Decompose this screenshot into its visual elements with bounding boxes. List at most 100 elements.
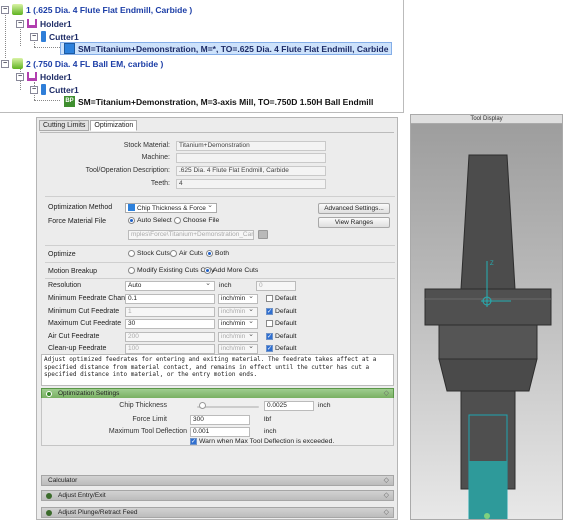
expand-arrow-icon[interactable]: ◇ — [384, 491, 389, 500]
feedrate-row-label: Minimum Feedrate Change — [48, 295, 133, 302]
tree-item-label: Cutter1 — [49, 31, 79, 42]
feedrate-input[interactable]: 0.1 — [125, 294, 215, 304]
operation-tree[interactable]: − 1 (.625 Dia. 4 Flute Flat Endmill, Car… — [0, 0, 404, 113]
expand-arrow-icon[interactable]: ◇ — [384, 476, 389, 485]
default-checkbox[interactable]: Default — [266, 307, 297, 315]
tree-item-holder1[interactable]: − Holder1 — [16, 17, 72, 30]
view-ranges-button[interactable]: View Ranges — [318, 217, 390, 228]
warn-deflection-label: Warn when Max Tool Deflection is exceede… — [199, 438, 335, 445]
checkbox-icon — [266, 307, 273, 315]
radio-icon — [128, 267, 135, 274]
settings-section-icon — [46, 510, 52, 516]
slider-handle[interactable] — [199, 402, 206, 409]
collapse-arrow-icon[interactable]: ◇ — [384, 389, 389, 398]
advanced-settings-button[interactable]: Advanced Settings... — [318, 203, 390, 214]
tree-item-sm2[interactable]: BP SM=Titanium+Demonstration, M=3-axis M… — [64, 95, 373, 108]
expand-arrow-icon[interactable]: ◇ — [384, 508, 389, 517]
holder-icon — [27, 19, 37, 28]
checkbox-icon — [266, 332, 273, 340]
default-checkbox[interactable]: Default — [266, 332, 297, 340]
tree-item-sm1[interactable]: SM=Titanium+Demonstration, M=*, TO=.625 … — [60, 42, 393, 55]
feedrate-row-label: Minimum Cut Feedrate — [48, 307, 120, 315]
collapse-icon[interactable]: − — [30, 32, 38, 41]
tab-cutting-limits[interactable]: Cutting Limits — [39, 120, 90, 131]
modify-existing-cuts-radio[interactable]: Modify Existing Cuts Only — [128, 267, 214, 274]
tree-item-holder2[interactable]: − Holder1 — [16, 70, 72, 83]
default-checkbox[interactable]: Default — [266, 320, 297, 327]
tree-item-label: Holder1 — [40, 18, 72, 29]
adjust-plunge-retract-header[interactable]: Adjust Plunge/Retract Feed ◇ — [41, 507, 394, 518]
choose-file-radio[interactable]: Choose File — [174, 217, 219, 224]
feedrate-input: 100 — [125, 344, 215, 354]
radio-icon — [204, 267, 211, 274]
default-checkbox-label: Default — [275, 345, 297, 352]
resolution-unit: inch — [219, 282, 232, 289]
default-checkbox[interactable]: Default — [266, 295, 297, 302]
feedrate-unit-select: inch/min — [218, 331, 258, 342]
tree-item-label: SM=Titanium+Demonstration, M=3-axis Mill… — [78, 96, 374, 107]
cutter-icon — [41, 84, 46, 95]
default-checkbox[interactable]: Default — [266, 345, 297, 352]
resolution-select[interactable]: Auto — [125, 281, 215, 291]
section-title: Adjust Entry/Exit — [58, 492, 106, 499]
adjust-entry-exit-header[interactable]: Adjust Entry/Exit ◇ — [41, 490, 394, 501]
collapse-icon[interactable]: − — [1, 59, 9, 68]
tree-item-label: SM=Titanium+Demonstration, M=*, TO=.625 … — [78, 43, 389, 54]
optimization-method-value: Chip Thickness & Force — [137, 205, 206, 212]
choose-file-label: Choose File — [183, 217, 220, 224]
folder-icon[interactable] — [258, 230, 268, 239]
feedrate-unit-select[interactable]: inch/min — [218, 294, 258, 304]
collapse-icon[interactable]: − — [16, 72, 24, 81]
settings-section-icon — [46, 493, 52, 499]
modify-existing-cuts-label: Modify Existing Cuts Only — [137, 267, 215, 274]
radio-icon — [174, 217, 181, 224]
force-limit-input[interactable]: 300 — [190, 415, 250, 425]
tree-item-op2[interactable]: − 2 (.750 Dia. 4 FL Ball EM, carbide ) — [1, 57, 163, 70]
settings-panel: Cutting Limits Optimization Stock Materi… — [36, 117, 398, 520]
tab-optimization[interactable]: Optimization — [90, 120, 138, 131]
feedrate-unit-select: inch/min — [218, 344, 258, 354]
section-title: Optimization Settings — [58, 390, 120, 397]
warn-deflection-checkbox[interactable]: Warn when Max Tool Deflection is exceede… — [190, 438, 334, 445]
max-tool-deflection-input[interactable]: 0.001 — [190, 427, 250, 437]
holder-body-shape — [438, 324, 538, 360]
settings-section-icon — [46, 391, 52, 397]
add-more-cuts-label: Add More Cuts — [213, 267, 259, 274]
tool-display-viewport[interactable]: Tool Display Z — [410, 114, 563, 520]
add-more-cuts-radio[interactable]: Add More Cuts — [204, 267, 258, 274]
tool-model: Z — [424, 154, 552, 519]
chip-thickness-input[interactable]: 0.0025 — [264, 401, 314, 411]
calculator-header[interactable]: Calculator ◇ — [41, 475, 394, 486]
chip-thickness-slider[interactable] — [197, 406, 259, 408]
divider — [45, 278, 395, 279]
resolution-value-field: 0 — [256, 281, 296, 291]
holder-cone-shape — [460, 154, 516, 290]
tool-description-label: Tool/Operation Description: — [85, 167, 170, 174]
default-checkbox-label: Default — [275, 320, 297, 327]
air-cuts-radio[interactable]: Air Cuts — [170, 250, 203, 257]
feedrate-input[interactable]: 30 — [125, 319, 215, 329]
chip-thickness-label: Chip Thickness — [119, 402, 167, 409]
machine-field — [176, 153, 326, 163]
tab-bar: Cutting Limits Optimization — [39, 120, 138, 131]
feedrate-row-label: Maximum Cut Feedrate — [48, 320, 122, 327]
holder-taper-shape — [438, 358, 538, 392]
optimization-icon — [64, 43, 75, 54]
cutter-icon — [41, 31, 46, 42]
collapse-icon[interactable]: − — [30, 85, 38, 94]
checkbox-icon — [190, 438, 197, 445]
optimization-method-select[interactable]: Chip Thickness & Force — [125, 203, 217, 213]
feedrate-unit-select[interactable]: inch/min — [218, 319, 258, 329]
section-title: Adjust Plunge/Retract Feed — [58, 509, 138, 516]
collapse-icon[interactable]: − — [1, 5, 9, 14]
auto-select-radio[interactable]: Auto Select — [128, 217, 172, 224]
collapse-icon[interactable]: − — [16, 19, 24, 28]
optimize-label: Optimize — [48, 251, 76, 258]
tree-item-label: 2 (.750 Dia. 4 FL Ball EM, carbide ) — [26, 58, 164, 69]
tree-item-label: Holder1 — [40, 71, 72, 82]
tree-item-op1[interactable]: − 1 (.625 Dia. 4 Flute Flat Endmill, Car… — [1, 3, 192, 16]
both-radio[interactable]: Both — [206, 250, 229, 257]
stock-cuts-radio[interactable]: Stock Cuts — [128, 250, 170, 257]
feedrate-input: 200 — [125, 331, 215, 342]
z-axis-label: Z — [490, 261, 494, 267]
